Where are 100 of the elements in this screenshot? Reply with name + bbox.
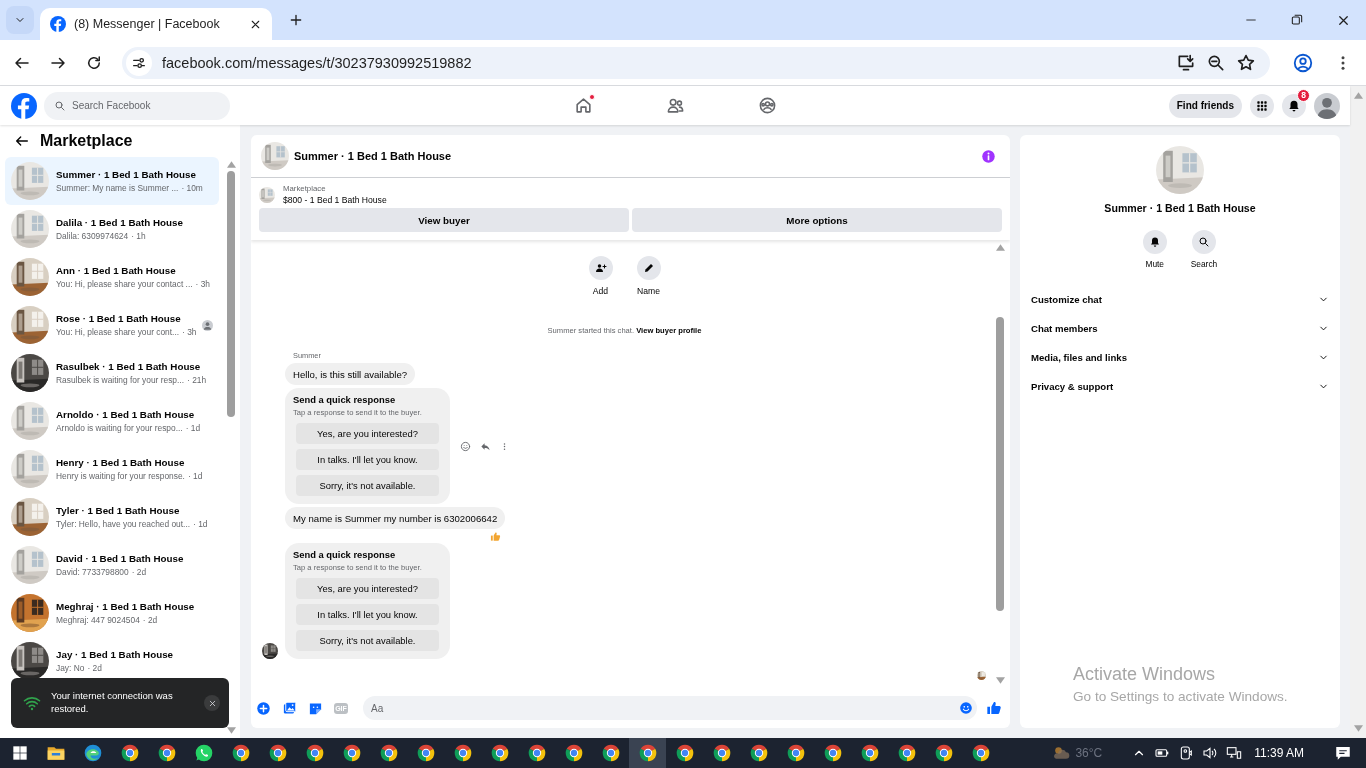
conversation-title: Henry · 1 Bed 1 Bath House [56,457,186,468]
quick-response-button[interactable]: Yes, are you interested? [296,423,439,444]
message-time: · 1d [185,423,201,433]
conversation-item[interactable]: Henry · 1 Bed 1 Bath House Henry is waiting for your response. · 1d [5,445,219,493]
message-time: · 1h [131,231,146,241]
bell-icon [1287,98,1301,113]
conversation-item[interactable]: Dalila · 1 Bed 1 Bath House Dalila: 6309974624 · 1h [5,205,219,253]
message-time: · 10m [181,183,203,193]
browser-icon [230,743,251,763]
browser-icon [637,743,658,763]
account-button[interactable] [1314,92,1340,119]
install-icon[interactable] [1176,52,1196,73]
chat-app-icon [193,743,214,763]
message-preview: Dalila: 6309974624 [56,231,129,241]
action-button[interactable]: More options [632,208,1002,232]
plus-icon [288,12,304,28]
message-time: · 21h [187,375,207,385]
conversation-item[interactable]: Meghraj · 1 Bed 1 Bath House Meghraj: 447 9024504 · 2d [5,589,219,637]
clock[interactable]: 11:39 AM [1254,746,1304,760]
section-header[interactable]: Media, files and links [1030,343,1330,372]
scrollbar-thumb[interactable] [996,317,1004,611]
message-time: · 1d [193,519,208,529]
conversation-item[interactable]: Tyler · 1 Bed 1 Bath House Tyler: Hello, have you reached out... · 1d [5,493,219,541]
conversation-title: Dalila · 1 Bed 1 Bath House [56,217,184,228]
conversation-item[interactable]: Ann · 1 Bed 1 Bath House You: Hi, please share your contact ... · 3h [5,253,219,301]
back-icon[interactable] [14,133,30,149]
search-icon [54,99,66,112]
message-field[interactable]: Aa [363,696,977,720]
message-time: · 1d [187,471,203,481]
logo-icon [50,16,66,32]
plus-icon[interactable] [256,700,271,716]
browser-icon [267,743,288,763]
grid-icon [1255,98,1269,113]
groups-icon[interactable] [757,96,777,115]
home-icon[interactable] [573,96,593,115]
browser-icon [563,743,584,763]
section-header[interactable]: Chat members [1030,314,1330,343]
conversation-title: Rasulbek · 1 Bed 1 Bath House [56,361,202,372]
menu-button[interactable] [1250,93,1274,118]
browser-icon [859,743,880,763]
avatar-icon [1314,92,1340,119]
conversation-item[interactable]: Jay · 1 Bed 1 Bath House Jay: No · 2d [5,637,219,685]
network-icon[interactable] [1226,745,1243,761]
friends-icon[interactable] [665,96,685,115]
browser-icon [378,743,399,763]
toast-text: Your internet connection was restored. [51,690,174,716]
conversation-item[interactable]: Rose · 1 Bed 1 Bath House You: Hi, please share your cont... · 3h [5,301,219,349]
conversation-item[interactable]: Rasulbek · 1 Bed 1 Bath House Rasulbek is waiting for your resp... · 21h [5,349,219,397]
logo-icon[interactable] [11,92,37,119]
browser-icon [896,743,917,763]
like-icon[interactable] [986,700,1002,716]
emoji-icon[interactable] [959,701,973,715]
windows-start-icon[interactable] [12,745,28,761]
browser-icon [933,743,954,763]
camera-icon[interactable] [1178,745,1195,761]
close-button[interactable] [204,695,220,711]
image-icon[interactable] [282,700,297,716]
browser-icon [970,743,991,763]
conversation-item[interactable]: Summer · 1 Bed 1 Bath House Summer: My name is Summer ... · 10m [5,157,219,205]
section-header[interactable]: Customize chat [1030,285,1330,314]
conversation-title: Meghraj · 1 Bed 1 Bath House [56,601,196,612]
browser-icon [452,743,473,763]
pencil-icon [642,262,655,274]
browser-icon [822,743,843,763]
message-preview: You: Hi, please share your cont... [56,327,180,337]
conversation-item[interactable]: Arnoldo · 1 Bed 1 Bath House Arnoldo is waiting for your respo... · 1d [5,397,219,445]
wifi-icon [23,694,41,712]
scrollbar-thumb[interactable] [227,171,235,417]
message-preview: Henry is waiting for your response. [56,471,185,481]
quick-response-button[interactable]: Sorry, it's not available. [296,475,439,496]
volume-icon[interactable] [1202,745,1219,761]
taskbar-app[interactable] [629,738,666,768]
info-icon[interactable] [981,148,996,164]
browser-icon [674,743,695,763]
browser-icon [785,743,806,763]
browser-icon [304,743,325,763]
profile-icon[interactable] [1292,51,1314,74]
address-bar[interactable]: facebook.com/messages/t/30237930992519882 [122,46,1270,79]
action-button[interactable]: View buyer [259,208,629,232]
notification-icon[interactable] [1334,744,1352,762]
message-preview: Tyler: Hello, have you reached out... [56,519,191,529]
quick-response-button[interactable]: In talks. I'll let you know. [296,604,439,625]
chat-title: Summer · 1 Bed 1 Bath House [294,150,453,162]
quick-response-button[interactable]: Sorry, it's not available. [296,630,439,651]
bookmark-star-icon[interactable] [1236,52,1256,73]
reply-icon[interactable] [480,440,491,452]
quick-response-button[interactable]: In talks. I'll let you know. [296,449,439,470]
search-icon [1198,236,1210,248]
quick-response-button[interactable]: Yes, are you interested? [296,578,439,599]
react-icon[interactable] [460,440,471,452]
message-preview: Summer: My name is Summer ... [56,183,179,193]
section-header[interactable]: Privacy & support [1030,372,1330,401]
conversation-item[interactable]: David · 1 Bed 1 Bath House David: 7733798800 · 2d [5,541,219,589]
restore-icon [1290,13,1304,27]
close-icon [207,698,217,708]
search-field[interactable]: Search Facebook [44,91,230,120]
card-title: Send a quick response [293,549,397,560]
browser-tab[interactable]: (8) Messenger | Facebook [40,8,272,40]
message-preview: Rasulbek is waiting for your resp... [56,375,184,385]
find-friends-button[interactable]: Find friends [1168,93,1242,118]
